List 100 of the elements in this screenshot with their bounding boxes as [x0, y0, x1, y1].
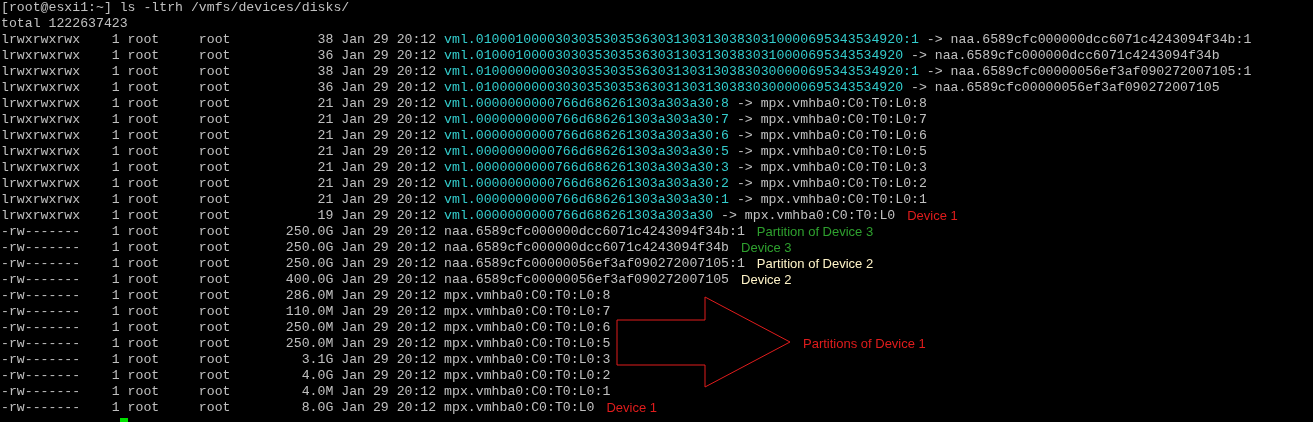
owner-text: root	[127, 304, 161, 320]
date-text: Jan 29 20:12	[341, 368, 438, 384]
group-text: root	[198, 48, 232, 64]
date-text: Jan 29 20:12	[341, 192, 438, 208]
file-name: mpx.vmhba0:C0:T0:L0:7	[444, 304, 611, 320]
date-text: Jan 29 20:12	[341, 144, 438, 160]
file-name: naa.6589cfc000000dcc6071c4243094f34b:1	[444, 224, 745, 240]
permissions-text: lrwxrwxrwx	[1, 192, 82, 208]
link-arrow: ->	[735, 112, 753, 128]
group-text: root	[198, 128, 232, 144]
owner-text: root	[127, 32, 161, 48]
link-count-text: 1	[110, 64, 120, 80]
permissions-text: lrwxrwxrwx	[1, 48, 82, 64]
group-text: root	[198, 384, 232, 400]
date-text: Jan 29 20:12	[341, 352, 438, 368]
file-name: vml.0000000000766d686261303a303a30:7	[444, 112, 729, 128]
group-text: root	[198, 240, 232, 256]
file-name: naa.6589cfc00000056ef3af090272007105:1	[444, 256, 745, 272]
permissions-text: lrwxrwxrwx	[1, 112, 82, 128]
link-arrow: ->	[925, 64, 943, 80]
link-arrow: ->	[735, 192, 753, 208]
link-target: mpx.vmhba0:C0:T0:L0	[743, 208, 896, 224]
permissions-text: -rw-------	[1, 304, 82, 320]
permissions-text: lrwxrwxrwx	[1, 128, 82, 144]
group-text: root	[198, 160, 232, 176]
annotation-label: Partition of Device 3	[756, 224, 874, 240]
link-count-text: 1	[110, 48, 120, 64]
group-text: root	[198, 400, 232, 416]
size-text: 36	[316, 48, 334, 64]
link-arrow: ->	[925, 32, 943, 48]
file-name: vml.010000000030303530353630313031303830300000695343534920:1	[444, 64, 919, 80]
size-text: 36	[316, 80, 334, 96]
date-text: Jan 29 20:12	[341, 224, 438, 240]
permissions-text: -rw-------	[1, 320, 82, 336]
size-text: 250.0M	[284, 336, 334, 352]
link-target: mpx.vmhba0:C0:T0:L0:5	[759, 144, 927, 160]
size-text: 250.0M	[284, 320, 334, 336]
owner-text: root	[127, 368, 161, 384]
date-text: Jan 29 20:12	[341, 176, 438, 192]
file-name: naa.6589cfc000000dcc6071c4243094f34b	[444, 240, 729, 256]
date-text: Jan 29 20:12	[341, 128, 438, 144]
group-text: root	[198, 272, 232, 288]
date-text: Jan 29 20:12	[341, 208, 438, 224]
permissions-text: -rw-------	[1, 224, 82, 240]
size-text: 250.0G	[284, 256, 334, 272]
date-text: Jan 29 20:12	[341, 256, 438, 272]
file-name: vml.010001000030303530353630313031303830310000695343534920:1	[444, 32, 919, 48]
link-target: mpx.vmhba0:C0:T0:L0:8	[759, 96, 927, 112]
owner-text: root	[127, 320, 161, 336]
file-name: mpx.vmhba0:C0:T0:L0:2	[444, 368, 611, 384]
group-text: root	[198, 256, 232, 272]
group-text: root	[198, 368, 232, 384]
file-name: mpx.vmhba0:C0:T0:L0:3	[444, 352, 611, 368]
size-text: 21	[316, 176, 334, 192]
date-text: Jan 29 20:12	[341, 336, 438, 352]
link-count-text: 1	[110, 384, 120, 400]
file-name: vml.0000000000766d686261303a303a30:1	[444, 192, 729, 208]
link-count-text: 1	[110, 144, 120, 160]
link-target: naa.6589cfc00000056ef3af090272007105:1	[949, 64, 1252, 80]
link-count-text: 1	[110, 240, 120, 256]
file-name: mpx.vmhba0:C0:T0:L0:5	[444, 336, 611, 352]
size-text: 38	[316, 64, 334, 80]
link-count-text: 1	[110, 304, 120, 320]
file-name: vml.010000000030303530353630313031303830300000695343534920	[444, 80, 904, 96]
link-target: mpx.vmhba0:C0:T0:L0:7	[759, 112, 927, 128]
file-name: vml.0000000000766d686261303a303a30:3	[444, 160, 729, 176]
owner-text: root	[127, 256, 161, 272]
permissions-text: lrwxrwxrwx	[1, 96, 82, 112]
size-text: 19	[316, 208, 334, 224]
link-target: naa.6589cfc00000056ef3af090272007105	[933, 80, 1220, 96]
file-name: vml.0000000000766d686261303a303a30	[444, 208, 714, 224]
permissions-text: -rw-------	[1, 256, 82, 272]
link-count-text: 1	[110, 160, 120, 176]
file-name: vml.0000000000766d686261303a303a30:2	[444, 176, 729, 192]
link-count-text: 1	[110, 96, 120, 112]
size-text: 8.0G	[300, 400, 334, 416]
permissions-text: lrwxrwxrwx	[1, 176, 82, 192]
size-text: 21	[316, 192, 334, 208]
group-text: root	[198, 96, 232, 112]
size-text: 21	[316, 144, 334, 160]
link-target: naa.6589cfc000000dcc6071c4243094f34b:1	[949, 32, 1252, 48]
link-count-text: 1	[110, 288, 120, 304]
owner-text: root	[127, 176, 161, 192]
permissions-text: -rw-------	[1, 368, 82, 384]
size-text: 21	[316, 128, 334, 144]
total-line: total 1222637423	[1, 16, 128, 32]
link-count-text: 1	[110, 208, 120, 224]
size-text: 4.0M	[300, 384, 334, 400]
size-text: 3.1G	[300, 352, 334, 368]
permissions-text: -rw-------	[1, 272, 82, 288]
owner-text: root	[127, 160, 161, 176]
link-count-text: 1	[110, 32, 120, 48]
date-text: Jan 29 20:12	[341, 272, 438, 288]
date-text: Jan 29 20:12	[341, 288, 438, 304]
link-count-text: 1	[110, 80, 120, 96]
group-text: root	[198, 336, 232, 352]
size-text: 400.0G	[284, 272, 334, 288]
link-count-text: 1	[110, 320, 120, 336]
link-arrow: ->	[910, 80, 927, 96]
permissions-text: -rw-------	[1, 240, 82, 256]
